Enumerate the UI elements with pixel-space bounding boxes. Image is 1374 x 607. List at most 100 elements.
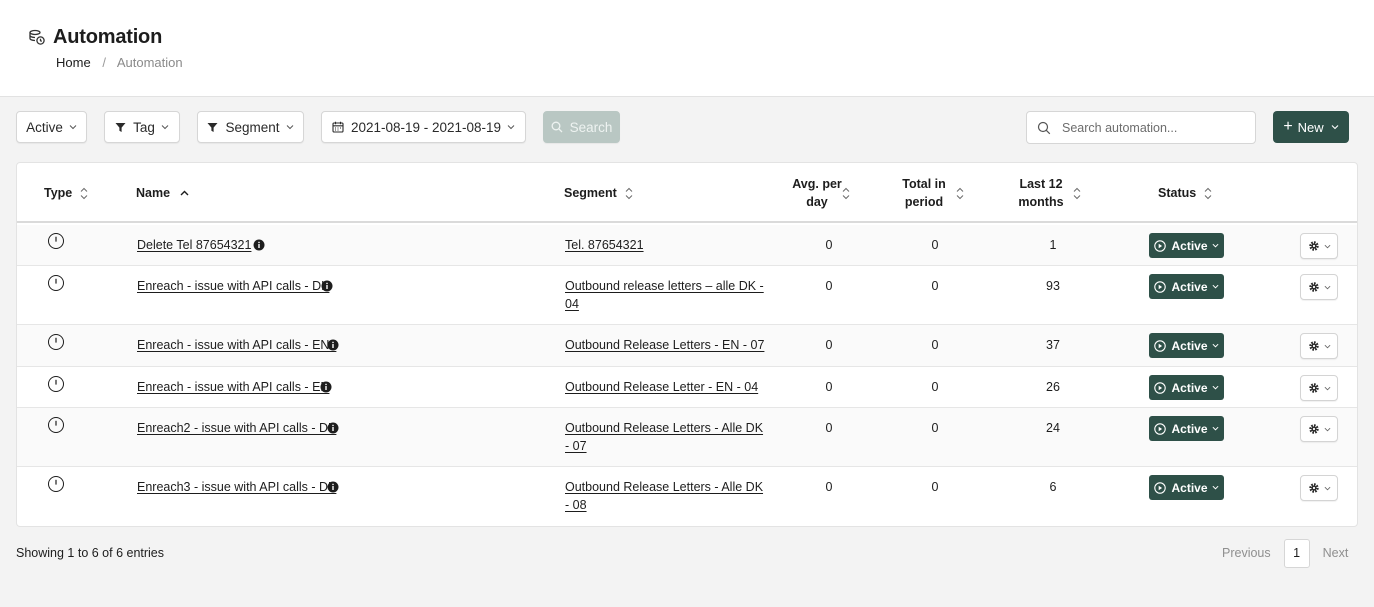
chevron-down-icon xyxy=(161,123,169,131)
segment-link[interactable]: Tel. 87654321 xyxy=(565,236,644,254)
status-dropdown-button[interactable]: Active xyxy=(1149,416,1224,441)
info-icon[interactable] xyxy=(253,239,265,251)
status-dropdown-button[interactable]: Active xyxy=(1149,475,1224,500)
column-label: Status xyxy=(1158,186,1197,200)
column-label: Avg. per day xyxy=(792,177,842,209)
filter-icon xyxy=(115,122,126,133)
tag-filter-dropdown[interactable]: Tag xyxy=(104,111,180,143)
avg-per-day-value: 0 xyxy=(825,338,833,352)
sort-ascending-icon xyxy=(180,189,189,197)
date-range-picker[interactable]: 2021-08-19 - 2021-08-19 xyxy=(321,111,526,143)
sort-icon xyxy=(1073,187,1081,200)
automation-name-link[interactable]: Enreach - issue with API calls - EN2 xyxy=(137,336,336,354)
column-header-total-in-period[interactable]: Total in period xyxy=(900,175,964,211)
search-icon xyxy=(551,121,563,133)
status-label: Active xyxy=(1171,279,1208,294)
search-input[interactable] xyxy=(1060,119,1240,136)
automation-name: Enreach2 - issue with API calls - DK xyxy=(137,421,337,435)
column-header-status[interactable]: Status xyxy=(1158,184,1212,202)
chevron-down-icon xyxy=(69,123,77,131)
sort-icon xyxy=(1204,187,1212,200)
column-header-type[interactable]: Type xyxy=(44,184,88,202)
row-settings-button[interactable] xyxy=(1300,333,1338,359)
last-12-months-value: 6 xyxy=(1049,480,1057,494)
column-header-name[interactable]: Name xyxy=(136,184,189,202)
segment-link[interactable]: Outbound Release Letters - EN - 07 xyxy=(565,336,764,354)
chevron-down-icon xyxy=(1212,384,1219,391)
play-circle-icon xyxy=(1154,422,1167,435)
page-title: Automation xyxy=(53,26,163,48)
info-icon[interactable] xyxy=(327,422,339,434)
status-dropdown-button[interactable]: Active xyxy=(1149,375,1224,400)
last-12-months-value: 93 xyxy=(1046,279,1060,293)
segment-filter-dropdown[interactable]: Segment xyxy=(197,111,304,143)
clock-icon xyxy=(47,475,65,493)
automation-name: Delete Tel 87654321 xyxy=(137,238,252,252)
total-in-period-value: 0 xyxy=(931,279,939,293)
info-icon[interactable] xyxy=(321,280,333,292)
play-circle-icon xyxy=(1154,481,1167,494)
avg-per-day-value: 0 xyxy=(825,238,833,252)
gear-icon xyxy=(1308,240,1320,252)
chevron-down-icon xyxy=(286,123,294,131)
automation-name-link[interactable]: Delete Tel 87654321 xyxy=(137,236,251,254)
search-button-label: Search xyxy=(569,119,613,135)
new-automation-button[interactable]: + New xyxy=(1273,111,1349,143)
segment-link[interactable]: Outbound release letters – alle DK - 04 xyxy=(565,277,765,313)
next-page-button[interactable]: Next xyxy=(1323,546,1349,560)
gear-icon xyxy=(1308,423,1320,435)
clock-icon xyxy=(47,416,65,434)
segment-link[interactable]: Outbound Release Letters - Alle DK - 07 xyxy=(565,419,765,455)
column-header-avg-per-day[interactable]: Avg. per day xyxy=(792,175,850,211)
chevron-down-icon xyxy=(507,123,515,131)
automation-name: Enreach - issue with API calls - EN2 xyxy=(137,338,337,352)
status-label: Active xyxy=(1171,238,1208,253)
status-label: Active xyxy=(1171,480,1208,495)
filter-icon xyxy=(207,122,218,133)
breadcrumb: Home / Automation xyxy=(56,55,183,70)
chevron-down-icon xyxy=(1212,484,1219,491)
breadcrumb-home[interactable]: Home xyxy=(56,55,91,70)
new-button-label: New xyxy=(1297,119,1324,135)
column-header-last-12-months[interactable]: Last 12 months xyxy=(1017,175,1081,211)
info-icon[interactable] xyxy=(327,339,339,351)
segment-link[interactable]: Outbound Release Letter - EN - 04 xyxy=(565,378,758,396)
status-filter-dropdown[interactable]: Active xyxy=(16,111,87,143)
row-settings-button[interactable] xyxy=(1300,375,1338,401)
column-label: Total in period xyxy=(902,177,946,209)
row-settings-button[interactable] xyxy=(1300,233,1338,259)
segment-link[interactable]: Outbound Release Letters - Alle DK - 08 xyxy=(565,478,765,514)
chevron-down-icon xyxy=(1324,284,1331,291)
avg-per-day-value: 0 xyxy=(825,421,833,435)
table-row: Enreach - issue with API calls - EN Outb… xyxy=(17,367,1357,408)
column-label: Type xyxy=(44,186,73,200)
info-icon[interactable] xyxy=(327,481,339,493)
table-row: Delete Tel 87654321 Tel. 87654321 0 0 1 … xyxy=(17,225,1357,266)
sort-icon xyxy=(956,187,964,200)
gear-icon xyxy=(1308,382,1320,394)
row-settings-button[interactable] xyxy=(1300,475,1338,501)
status-dropdown-button[interactable]: Active xyxy=(1149,274,1224,299)
automation-name-link[interactable]: Enreach2 - issue with API calls - DK xyxy=(137,419,336,437)
status-filter-label: Active xyxy=(26,119,63,135)
automation-name-link[interactable]: Enreach - issue with API calls - DK xyxy=(137,277,329,295)
entries-info: Showing 1 to 6 of 6 entries xyxy=(16,546,165,560)
status-dropdown-button[interactable]: Active xyxy=(1149,333,1224,358)
column-header-segment[interactable]: Segment xyxy=(564,184,633,202)
row-settings-button[interactable] xyxy=(1300,274,1338,300)
automation-name-link[interactable]: Enreach3 - issue with API calls - DK xyxy=(137,478,336,496)
chevron-down-icon xyxy=(1324,485,1331,492)
automation-name-link[interactable]: Enreach - issue with API calls - EN xyxy=(137,378,329,396)
info-icon[interactable] xyxy=(320,381,332,393)
previous-page-button[interactable]: Previous xyxy=(1222,546,1271,560)
search-button[interactable]: Search xyxy=(543,111,620,143)
status-dropdown-button[interactable]: Active xyxy=(1149,233,1224,258)
automation-icon xyxy=(28,29,46,47)
status-label: Active xyxy=(1171,421,1208,436)
column-label: Last 12 months xyxy=(1018,177,1064,209)
breadcrumb-current: Automation xyxy=(116,55,183,70)
chevron-down-icon xyxy=(1331,123,1339,131)
page-number-button[interactable]: 1 xyxy=(1283,538,1310,568)
table-header: Type Name Segment Avg. per day Total in … xyxy=(17,163,1357,223)
row-settings-button[interactable] xyxy=(1300,416,1338,442)
